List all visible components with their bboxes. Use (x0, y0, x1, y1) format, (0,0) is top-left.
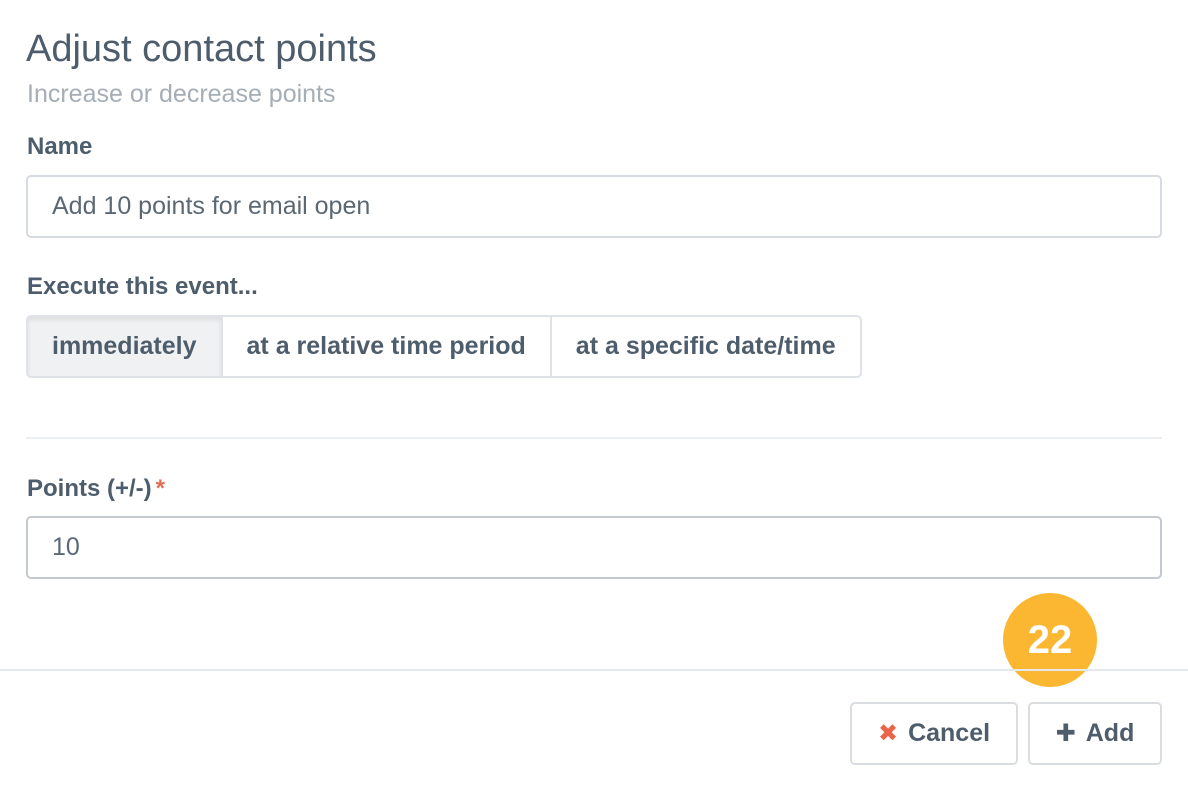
modal-title: Adjust contact points (26, 28, 377, 70)
points-label-text: Points (+/-) (27, 475, 152, 502)
step-badge: 22 (1003, 593, 1097, 687)
cancel-button-label: Cancel (908, 719, 991, 747)
option-specific-date-time[interactable]: at a specific date/time (549, 317, 860, 376)
close-icon: ✖ (877, 719, 899, 747)
option-relative-time-period[interactable]: at a relative time period (220, 317, 550, 376)
name-label: Name (27, 133, 93, 160)
execute-timing-toggle: immediately at a relative time period at… (26, 315, 862, 378)
cancel-button[interactable]: ✖ Cancel (850, 702, 1018, 765)
modal-subtitle: Increase or decrease points (27, 80, 336, 108)
points-input[interactable] (26, 516, 1162, 579)
points-label: Points (+/-) * (27, 475, 165, 503)
required-marker: * (155, 475, 166, 502)
plus-icon: ✚ (1055, 719, 1076, 747)
name-input[interactable] (26, 175, 1162, 238)
footer-divider (0, 669, 1188, 671)
option-immediately[interactable]: immediately (28, 317, 221, 376)
add-button[interactable]: ✚ Add (1028, 702, 1162, 765)
execute-event-label: Execute this event... (27, 273, 258, 300)
section-divider (26, 437, 1162, 439)
add-button-label: Add (1085, 719, 1135, 747)
